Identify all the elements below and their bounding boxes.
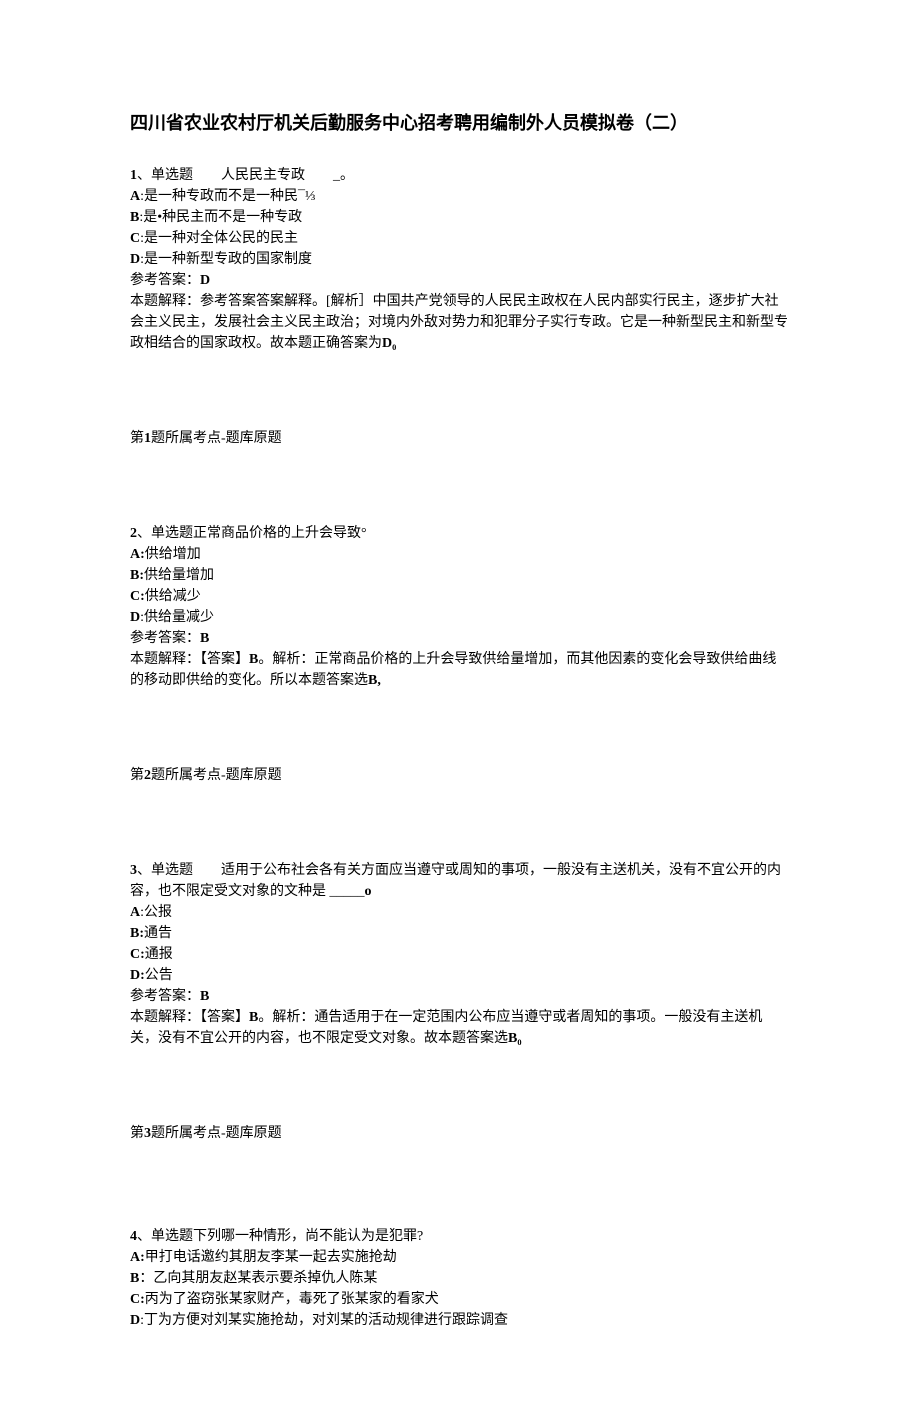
q3-knowledge-point: 第3题所属考点-题库原题 bbox=[130, 1123, 790, 1144]
q1-option-b: B:是•种民主而不是一种专政 bbox=[130, 207, 790, 228]
q1-option-d: D:是一种新型专政的国家制度 bbox=[130, 249, 790, 270]
q3-option-d: D:公告 bbox=[130, 965, 790, 986]
q2-knowledge-point: 第2题所属考点-题库原题 bbox=[130, 765, 790, 786]
q2-option-d: D:供给量减少 bbox=[130, 607, 790, 628]
q3-option-a: A:公报 bbox=[130, 902, 790, 923]
q3-header: 3、单选题 适用于公布社会各有关方面应当遵守或周知的事项，一般没有主送机关，没有… bbox=[130, 860, 790, 902]
q4-option-d: D:丁为方便对刘某实施抢劫，对刘某的活动规律进行跟踪调查 bbox=[130, 1310, 790, 1331]
q4-header: 4、单选题下列哪一种情形，尚不能认为是犯罪? bbox=[130, 1226, 790, 1247]
q3-explanation: 本题解释：【答案】B。解析：通告适用于在一定范围内公布应当遵守或者周知的事项。一… bbox=[130, 1007, 790, 1049]
spacer bbox=[130, 1166, 790, 1226]
q4-option-c: C:丙为了盗窃张某家财产，毒死了张某家的看家犬 bbox=[130, 1289, 790, 1310]
q2-header: 2、单选题正常商品价格的上升会导致° bbox=[130, 523, 790, 544]
spacer bbox=[130, 808, 790, 860]
q2-option-b: B:供给量增加 bbox=[130, 565, 790, 586]
q2-option-a: A:供给增加 bbox=[130, 544, 790, 565]
question-2: 2、单选题正常商品价格的上升会导致° A:供给增加 B:供给量增加 C:供给减少… bbox=[130, 523, 790, 691]
q1-explanation: 本题解释：参考答案答案解释。[解析］中国共产党领导的人民民主政权在人民内部实行民… bbox=[130, 291, 790, 354]
question-1: 1、单选题 人民民主专政 _。 A:是一种专政而不是一种民¯⅓ B:是•种民主而… bbox=[130, 165, 790, 354]
q3-option-c: C:通报 bbox=[130, 944, 790, 965]
document-title: 四川省农业农村厅机关后勤服务中心招考聘用编制外人员模拟卷（二） bbox=[130, 110, 790, 137]
q1-option-a: A:是一种专政而不是一种民¯⅓ bbox=[130, 186, 790, 207]
q1-answer: 参考答案：D bbox=[130, 270, 790, 291]
question-4: 4、单选题下列哪一种情形，尚不能认为是犯罪? A:甲打电话邀约其朋友李某一起去实… bbox=[130, 1226, 790, 1331]
q1-option-c: C:是一种对全体公民的民主 bbox=[130, 228, 790, 249]
q1-knowledge-point: 第1题所属考点-题库原题 bbox=[130, 428, 790, 449]
spacer bbox=[130, 713, 790, 765]
q4-option-b: B：乙向其朋友赵某表示要杀掉仇人陈某 bbox=[130, 1268, 790, 1289]
q4-option-a: A:甲打电话邀约其朋友李某一起去实施抢劫 bbox=[130, 1247, 790, 1268]
spacer bbox=[130, 471, 790, 523]
spacer bbox=[130, 1071, 790, 1123]
q2-explanation: 本题解释：【答案】B。解析：正常商品价格的上升会导致供给量增加，而其他因素的变化… bbox=[130, 649, 790, 691]
q3-answer: 参考答案：B bbox=[130, 986, 790, 1007]
q3-option-b: B:通告 bbox=[130, 923, 790, 944]
q2-option-c: C:供给减少 bbox=[130, 586, 790, 607]
q1-header: 1、单选题 人民民主专政 _。 bbox=[130, 165, 790, 186]
question-3: 3、单选题 适用于公布社会各有关方面应当遵守或周知的事项，一般没有主送机关，没有… bbox=[130, 860, 790, 1049]
document-page: 四川省农业农村厅机关后勤服务中心招考聘用编制外人员模拟卷（二） 1、单选题 人民… bbox=[0, 0, 920, 1413]
q2-answer: 参考答案：B bbox=[130, 628, 790, 649]
spacer bbox=[130, 376, 790, 428]
